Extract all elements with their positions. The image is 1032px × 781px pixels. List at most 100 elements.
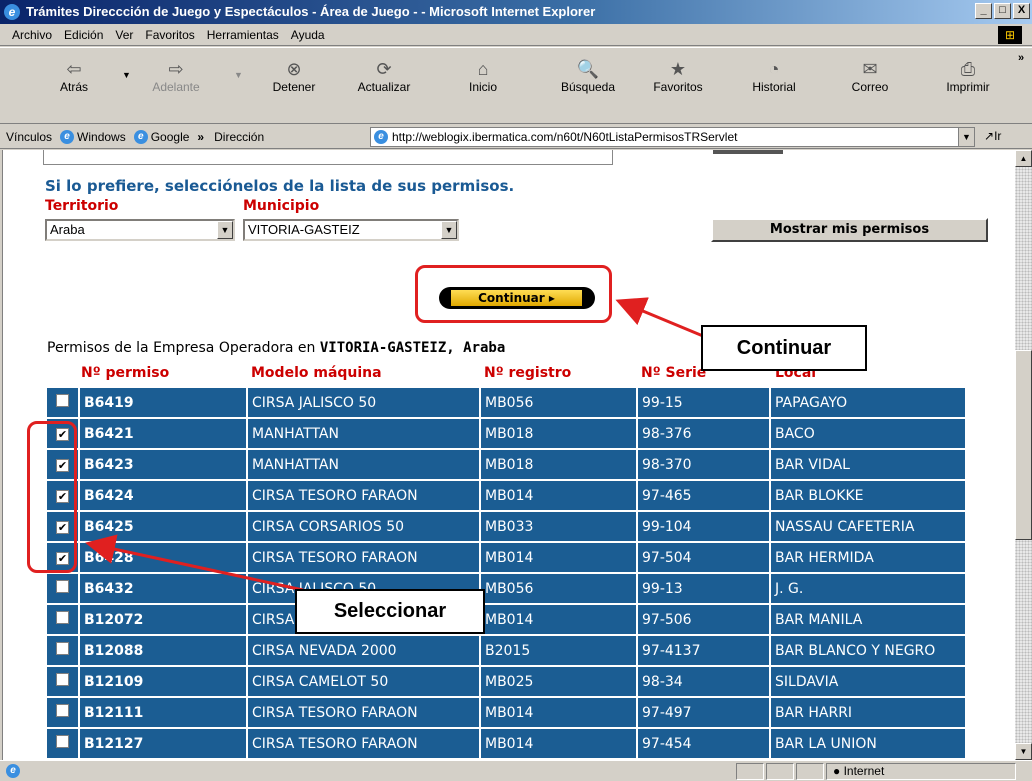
cell-modelo: CIRSA TESORO FARAON	[246, 727, 481, 760]
history-label: Historial	[752, 80, 796, 94]
checkbox-highlight	[27, 421, 77, 573]
menu-herramientas[interactable]: Herramientas	[207, 28, 279, 42]
cell-local: BAR VIDAL	[769, 448, 967, 481]
table-row: B12072CIRSA TESORO FARAONMB01497-506BAR …	[45, 603, 967, 636]
links-label[interactable]: Vínculos	[6, 130, 52, 144]
refresh-button[interactable]: ⟳ Actualizar	[344, 58, 424, 94]
minimize-button[interactable]: _	[975, 3, 992, 19]
cell-modelo: MANHATTAN	[246, 448, 481, 481]
table-row: ✔ B6424 CIRSA TESORO FARAON MB014 97-465 BAR …	[45, 479, 967, 512]
cell-modelo: CIRSA JALISCO 50	[246, 386, 481, 419]
intro-text: Si lo prefiere, selecciónelos de la list…	[45, 177, 515, 195]
cell-permiso: B6419	[78, 386, 248, 419]
search-label: Búsqueda	[560, 80, 616, 94]
back-dropdown-icon[interactable]: ▼	[122, 70, 131, 80]
go-label: Ir	[994, 129, 1002, 143]
cell-permiso: B6421	[78, 417, 248, 450]
mail-label: Correo	[851, 80, 889, 94]
globe-icon: ●	[833, 764, 841, 778]
cell-local: NASSAU CAFETERIA	[769, 510, 967, 543]
window-title: Trámites Direccción de Juego y Espectácu…	[26, 4, 596, 19]
link-google[interactable]: e Google	[133, 129, 189, 144]
cell-serie: 99-13	[636, 572, 771, 605]
ie-page-icon: e	[60, 129, 75, 144]
scroll-up-button[interactable]: ▲	[1015, 150, 1032, 167]
close-button[interactable]: X	[1013, 3, 1030, 19]
mostrar-permisos-button[interactable]: Mostrar mis permisos	[711, 218, 988, 242]
zone-cell: ● Internet	[826, 763, 1016, 780]
menu-bar: Archivo Edición Ver Favoritos Herramient…	[0, 24, 1032, 46]
table-row: B6432CIRSA JALISCO 50MB05699-13J. G.	[45, 572, 967, 605]
menu-favoritos[interactable]: Favoritos	[145, 28, 194, 42]
home-button[interactable]: ⌂ Inicio	[443, 58, 523, 94]
address-field[interactable]: e http://weblogix.ibermatica.com/n60t/N6…	[370, 127, 975, 147]
go-button[interactable]: ↗Ir	[984, 129, 1001, 143]
links-address-bar: Vínculos e Windows e Google » Dirección e …	[0, 125, 1032, 149]
cell-serie: 97-4137	[636, 634, 771, 667]
link-windows[interactable]: e Windows	[60, 129, 126, 144]
scroll-thumb[interactable]	[1015, 350, 1032, 540]
territorio-value: Araba	[50, 222, 85, 237]
status-cell	[796, 763, 824, 780]
maximize-button[interactable]: □	[994, 3, 1011, 19]
page-status-icon: e	[6, 764, 20, 778]
row-checkbox-cell	[45, 696, 80, 729]
scroll-down-button[interactable]: ▼	[1015, 743, 1032, 760]
cell-modelo: CIRSA NEVADA 2000	[246, 634, 481, 667]
mail-button[interactable]: ✉ Correo	[830, 58, 910, 94]
forward-button[interactable]: ⇨ Adelante	[136, 58, 216, 94]
table-row: B6419 CIRSA JALISCO 50 MB056 99-15 PAPAGAYO	[45, 386, 967, 419]
caption-prefix: Permisos de la Empresa Operadora en	[47, 340, 316, 356]
cell-modelo: CIRSA CAMELOT 50	[246, 665, 481, 698]
stop-label: Detener	[272, 80, 316, 94]
row-checkbox[interactable]	[56, 704, 69, 717]
forward-dropdown-icon[interactable]: ▼	[234, 70, 243, 80]
chevron-down-icon[interactable]: ▼	[441, 221, 457, 239]
ie-page-icon: e	[374, 130, 388, 144]
row-checkbox-cell	[45, 572, 80, 605]
links-overflow-icon[interactable]: »	[197, 130, 204, 144]
search-icon: 🔍	[576, 59, 600, 79]
link-windows-label: Windows	[77, 129, 126, 144]
menu-ver[interactable]: Ver	[115, 28, 133, 42]
row-checkbox[interactable]	[56, 394, 69, 407]
row-checkbox[interactable]	[56, 673, 69, 686]
row-checkbox[interactable]	[56, 580, 69, 593]
menu-edicion[interactable]: Edición	[64, 28, 103, 42]
ie-logo-icon: e	[4, 4, 20, 20]
cell-registro: MB018	[479, 417, 638, 450]
continuar-callout: Continuar	[701, 325, 867, 371]
stop-button[interactable]: ⊗ Detener	[254, 58, 334, 94]
cell-permiso: B6424	[78, 479, 248, 512]
stop-icon: ⊗	[286, 59, 302, 79]
territorio-select[interactable]: Araba ▼	[45, 219, 235, 241]
row-checkbox[interactable]	[56, 642, 69, 655]
favorites-button[interactable]: ★ Favoritos	[638, 58, 718, 94]
row-checkbox[interactable]	[56, 611, 69, 624]
print-button[interactable]: ⎙ Imprimir	[928, 58, 1008, 94]
menu-ayuda[interactable]: Ayuda	[291, 28, 325, 42]
history-button[interactable]: ◔ Historial	[734, 58, 814, 94]
cell-serie: 97-504	[636, 541, 771, 574]
chevron-down-icon[interactable]: ▼	[217, 221, 233, 239]
permisos-caption: Permisos de la Empresa Operadora en VITO…	[47, 340, 505, 356]
vertical-scrollbar[interactable]: ▲ ▼	[1015, 150, 1032, 760]
search-button[interactable]: 🔍 Búsqueda	[548, 58, 628, 94]
cell-serie: 97-506	[636, 603, 771, 636]
toolbar-overflow-icon[interactable]: »	[1018, 52, 1024, 64]
municipio-label: Municipio	[243, 198, 320, 214]
cell-local: BACO	[769, 417, 967, 450]
municipio-select[interactable]: VITORIA-GASTEIZ ▼	[243, 219, 459, 241]
zone-label: Internet	[843, 764, 885, 778]
cell-registro: MB014	[479, 727, 638, 760]
table-row: B12088 CIRSA NEVADA 2000 B2015 97-4137 BAR B…	[45, 634, 967, 667]
row-checkbox-cell	[45, 665, 80, 698]
back-button[interactable]: ⇦ Atrás	[34, 58, 114, 94]
menu-archivo[interactable]: Archivo	[12, 28, 52, 42]
cell-permiso: B6428	[78, 541, 248, 574]
back-label: Atrás	[59, 80, 88, 94]
cell-registro: MB014	[479, 603, 638, 636]
status-cell	[766, 763, 794, 780]
row-checkbox[interactable]	[56, 735, 69, 748]
address-dropdown-icon[interactable]: ▼	[958, 128, 974, 146]
